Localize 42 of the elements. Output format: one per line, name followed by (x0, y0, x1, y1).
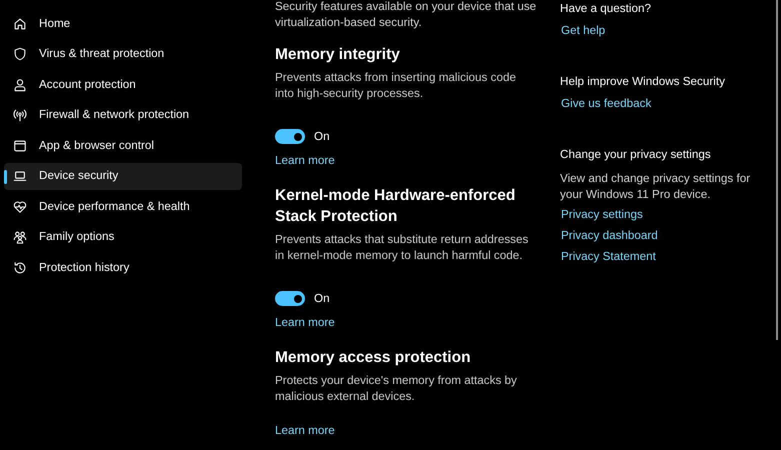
scrollbar[interactable] (776, 0, 778, 340)
learn-more-link[interactable]: Learn more (275, 422, 335, 440)
feature-title: Kernel-mode Hardware-enforced Stack Protection (275, 186, 516, 228)
window-icon (13, 138, 27, 152)
panel-link[interactable]: Privacy dashboard (561, 228, 658, 244)
heart-icon (13, 200, 27, 214)
toggle-switch[interactable] (275, 129, 305, 144)
feature-description: Protects your device's memory from attacks by malicious external devices. (275, 373, 518, 404)
sidebar-item[interactable]: Firewall & network protection (4, 102, 242, 128)
feature-title: Memory integrity (275, 45, 401, 65)
toggle-label: On (314, 291, 330, 308)
sidebar-item[interactable]: Home (4, 10, 242, 37)
feature-title: Memory access protection (275, 348, 472, 368)
history-icon (13, 260, 27, 274)
shield-icon (13, 47, 27, 61)
panel-link[interactable]: Give us feedback (561, 96, 652, 112)
people-icon (13, 230, 27, 244)
sidebar-item[interactable]: Protection history (4, 254, 242, 281)
intro-text: Security features available on your device that use virtualization-based security. (275, 0, 537, 30)
antenna-icon (13, 108, 27, 122)
sidebar-item[interactable]: Account protection (4, 71, 242, 98)
panel-link[interactable]: Get help (561, 23, 606, 39)
person-icon (13, 78, 27, 92)
toggle-switch[interactable] (275, 291, 305, 306)
panel-heading: Change your privacy settings (560, 147, 712, 163)
sidebar-item[interactable]: Virus & threat protection (4, 40, 242, 68)
panel-link[interactable]: Privacy Statement (561, 249, 656, 265)
feature-description: Prevents attacks that substitute return addresses in kernel-mode memory to launch harmful code. (275, 232, 530, 264)
sidebar-item[interactable]: Family options (4, 224, 242, 250)
laptop-icon (13, 169, 27, 183)
panel-description: View and change privacy settings for your Windows 11 Pro device. (560, 171, 752, 202)
panel-heading: Help improve Windows Security (560, 74, 726, 90)
toggle-label: On (314, 129, 330, 145)
learn-more-link[interactable]: Learn more (275, 152, 335, 170)
home-icon (13, 16, 27, 30)
sidebar-item[interactable]: Device security (4, 162, 242, 190)
sidebar-item[interactable]: App & browser control (4, 132, 242, 159)
learn-more-link[interactable]: Learn more (275, 314, 335, 332)
sidebar-item[interactable]: Device performance & health (4, 193, 242, 220)
feature-description: Prevents attacks from inserting malicious code into high-security processes. (275, 70, 517, 101)
panel-heading: Have a question? (560, 1, 652, 17)
panel-link[interactable]: Privacy settings (561, 207, 643, 223)
